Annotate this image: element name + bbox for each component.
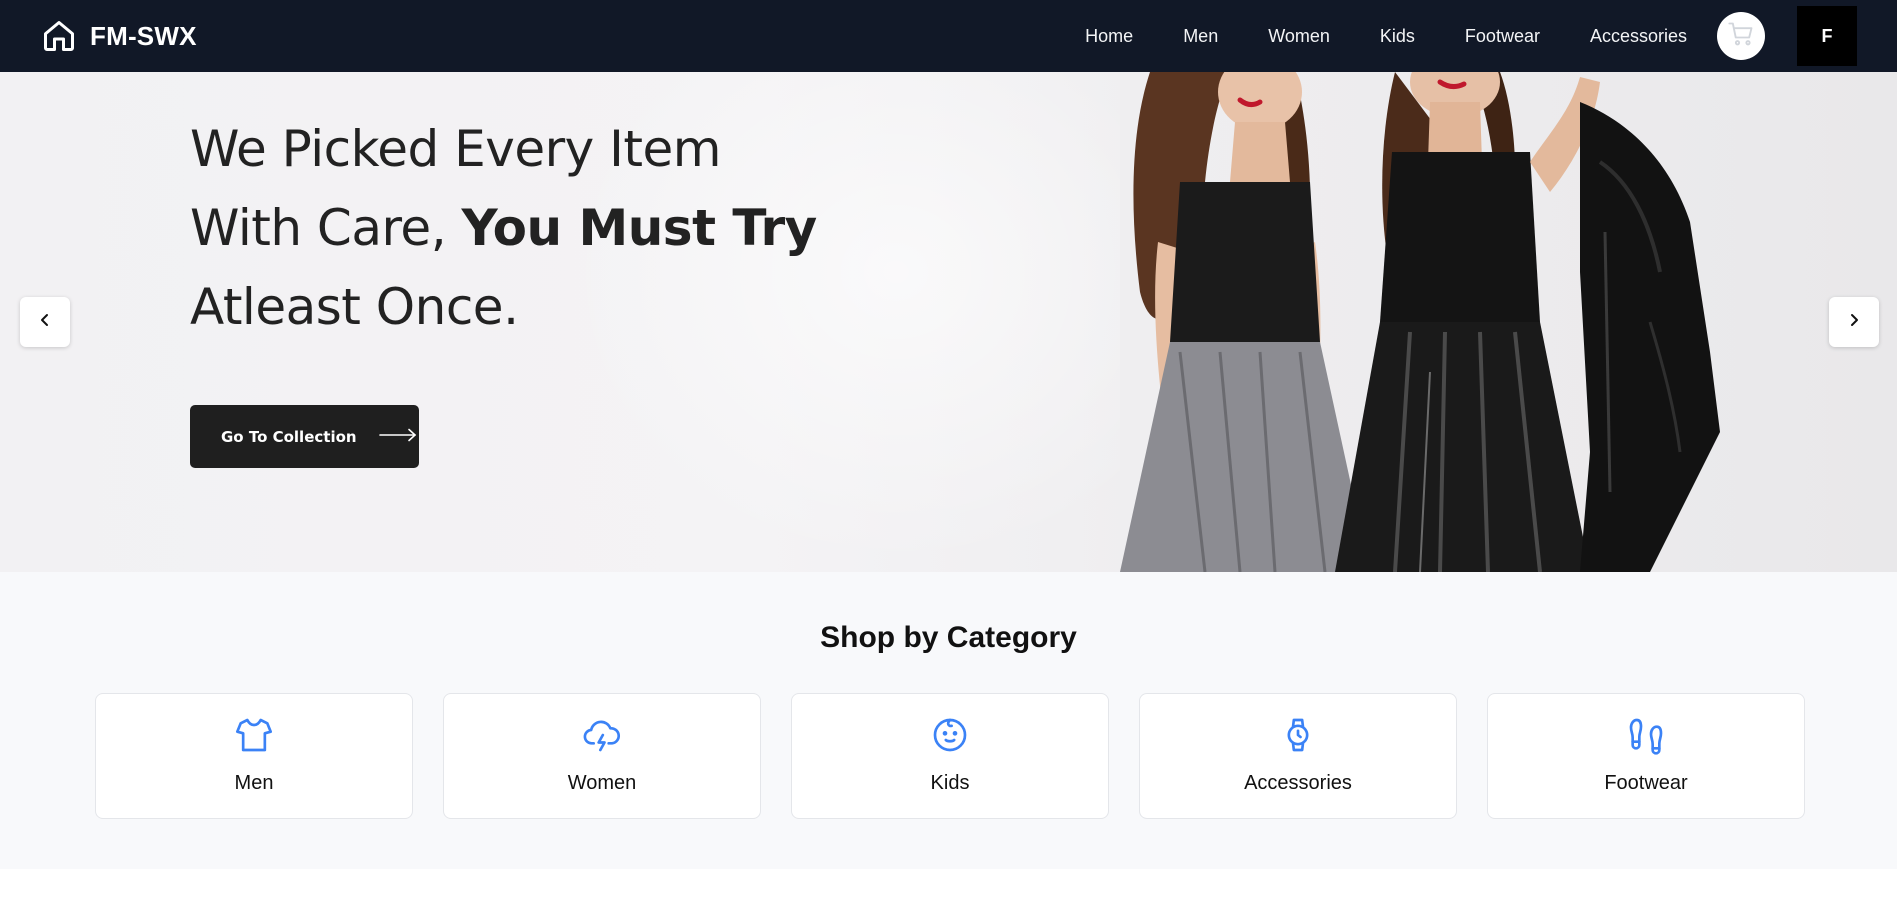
brand-name: FM-SWX	[90, 20, 197, 51]
category-label: Men	[234, 772, 274, 794]
nav-link-women[interactable]: Women	[1268, 26, 1330, 47]
nav-right: Home Men Women Kids Footwear Accessories…	[1085, 6, 1857, 66]
home-icon	[40, 17, 78, 55]
hero-title-line2: With Care,	[190, 199, 462, 257]
category-cards: Men Women Kids Accessories Footwear	[95, 693, 1805, 819]
chevron-left-icon	[38, 313, 52, 332]
top-navbar: FM-SWX Home Men Women Kids Footwear Acce…	[0, 0, 1897, 72]
cart-button[interactable]	[1717, 12, 1765, 60]
cloud-bolt-icon	[581, 714, 623, 756]
cta-label: Go To Collection	[221, 427, 357, 446]
category-card-men[interactable]: Men	[95, 693, 413, 819]
hero-title-line3: Atleast Once.	[190, 278, 519, 336]
cart-icon	[1727, 20, 1755, 53]
nav-link-men[interactable]: Men	[1183, 26, 1218, 47]
go-to-collection-button[interactable]: Go To Collection	[190, 405, 419, 468]
nav-link-home[interactable]: Home	[1085, 26, 1133, 47]
watch-icon	[1277, 714, 1319, 756]
tshirt-icon	[233, 714, 275, 756]
hero-banner: We Picked Every Item With Care, You Must…	[0, 72, 1897, 572]
category-label: Kids	[930, 772, 970, 794]
nav-link-accessories[interactable]: Accessories	[1590, 26, 1687, 47]
carousel-prev-button[interactable]	[20, 297, 70, 347]
brand-logo[interactable]: FM-SWX	[40, 17, 197, 55]
hero-title-line2-bold: You Must Try	[461, 199, 817, 257]
nav-link-footwear[interactable]: Footwear	[1465, 26, 1540, 47]
nav-links: Home Men Women Kids Footwear Accessories	[1085, 26, 1687, 47]
category-label: Women	[567, 772, 637, 794]
footprints-icon	[1625, 714, 1667, 756]
category-card-footwear[interactable]: Footwear	[1487, 693, 1805, 819]
shop-by-category-section: Shop by Category Men Women Kids Accessor…	[0, 572, 1897, 869]
section-title: Shop by Category	[820, 621, 1077, 654]
category-card-women[interactable]: Women	[443, 693, 761, 819]
category-card-kids[interactable]: Kids	[791, 693, 1109, 819]
category-label: Accessories	[1244, 772, 1352, 794]
hero-title-line1: We Picked Every Item	[190, 120, 721, 178]
baby-face-icon	[929, 714, 971, 756]
hero-title: We Picked Every Item With Care, You Must…	[190, 110, 890, 347]
carousel-next-button[interactable]	[1829, 297, 1879, 347]
nav-link-kids[interactable]: Kids	[1380, 26, 1415, 47]
category-card-accessories[interactable]: Accessories	[1139, 693, 1457, 819]
category-label: Footwear	[1604, 772, 1688, 794]
arrow-right-icon	[378, 428, 417, 446]
hero-models-image	[1110, 72, 1850, 572]
chevron-right-icon	[1847, 313, 1861, 332]
user-avatar[interactable]: F	[1797, 6, 1857, 66]
